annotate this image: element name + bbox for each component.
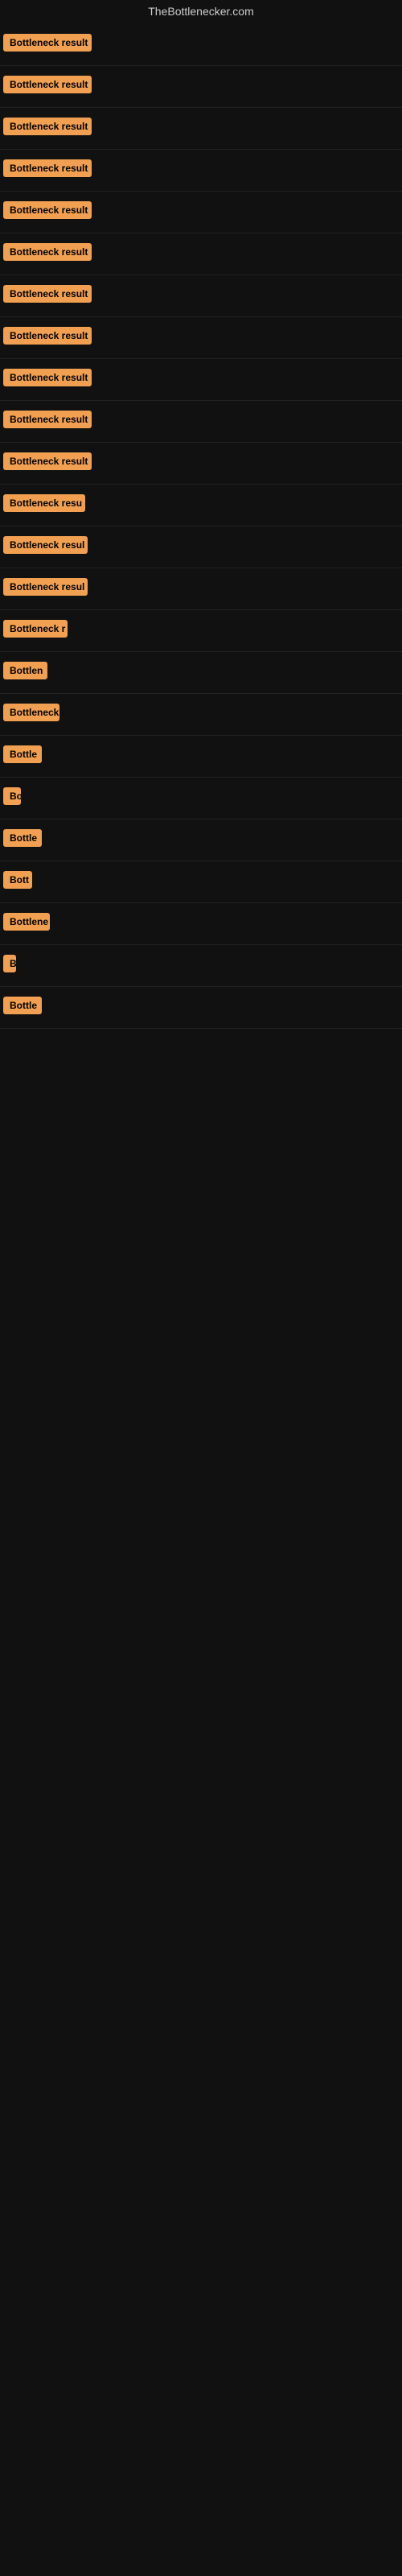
result-row: Bottleneck resul: [0, 526, 402, 568]
bottleneck-badge[interactable]: Bottleneck resul: [3, 536, 88, 554]
bottleneck-badge[interactable]: Bottle: [3, 997, 42, 1014]
result-row: Bottlene: [0, 903, 402, 945]
bottleneck-badge[interactable]: Bottleneck result: [3, 201, 92, 219]
result-row: Bottlen: [0, 652, 402, 694]
result-row: Bottleneck result: [0, 359, 402, 401]
result-row: B: [0, 945, 402, 987]
bottleneck-badge[interactable]: Bottleneck result: [3, 243, 92, 261]
bottleneck-badge[interactable]: Bottleneck result: [3, 452, 92, 470]
result-row: Bottleneck: [0, 694, 402, 736]
result-row: Bottle: [0, 819, 402, 861]
bottleneck-badge[interactable]: Bottleneck r: [3, 620, 68, 638]
bottleneck-badge[interactable]: Bottleneck result: [3, 76, 92, 93]
result-row: Bott: [0, 861, 402, 903]
result-row: Bottleneck resu: [0, 485, 402, 526]
result-row: Bottleneck result: [0, 275, 402, 317]
bottleneck-badge[interactable]: Bottle: [3, 829, 42, 847]
result-row: Bottleneck result: [0, 443, 402, 485]
bottleneck-badge[interactable]: Bottleneck result: [3, 327, 92, 345]
bottleneck-badge[interactable]: Bottleneck result: [3, 285, 92, 303]
bottleneck-badge[interactable]: Bottleneck resul: [3, 578, 88, 596]
result-row: Bottleneck result: [0, 150, 402, 192]
bottleneck-badge[interactable]: B: [3, 955, 16, 972]
result-row: Bottleneck result: [0, 24, 402, 66]
bottleneck-badge[interactable]: Bo: [3, 787, 21, 805]
bottleneck-badge[interactable]: Bottleneck result: [3, 118, 92, 135]
bottleneck-badge[interactable]: Bottle: [3, 745, 42, 763]
result-row: Bottleneck result: [0, 233, 402, 275]
bottleneck-badge[interactable]: Bottlene: [3, 913, 50, 931]
bottleneck-badge[interactable]: Bottleneck result: [3, 411, 92, 428]
result-row: Bottle: [0, 987, 402, 1029]
bottleneck-badge[interactable]: Bottleneck result: [3, 159, 92, 177]
result-row: Bottleneck result: [0, 108, 402, 150]
bottleneck-badge[interactable]: Bott: [3, 871, 32, 889]
bottleneck-badge[interactable]: Bottlen: [3, 662, 47, 679]
bottleneck-badge[interactable]: Bottleneck result: [3, 34, 92, 52]
result-row: Bottleneck result: [0, 66, 402, 108]
result-row: Bottleneck result: [0, 401, 402, 443]
result-row: Bottleneck resul: [0, 568, 402, 610]
site-title: TheBottlenecker.com: [0, 0, 402, 24]
bottleneck-badge[interactable]: Bottleneck: [3, 704, 59, 721]
result-row: Bottle: [0, 736, 402, 778]
result-row: Bo: [0, 778, 402, 819]
result-row: Bottleneck result: [0, 192, 402, 233]
results-container: Bottleneck result Bottleneck result Bottle…: [0, 24, 402, 1029]
bottleneck-badge[interactable]: Bottleneck resu: [3, 494, 85, 512]
bottleneck-badge[interactable]: Bottleneck result: [3, 369, 92, 386]
result-row: Bottleneck result: [0, 317, 402, 359]
result-row: Bottleneck r: [0, 610, 402, 652]
